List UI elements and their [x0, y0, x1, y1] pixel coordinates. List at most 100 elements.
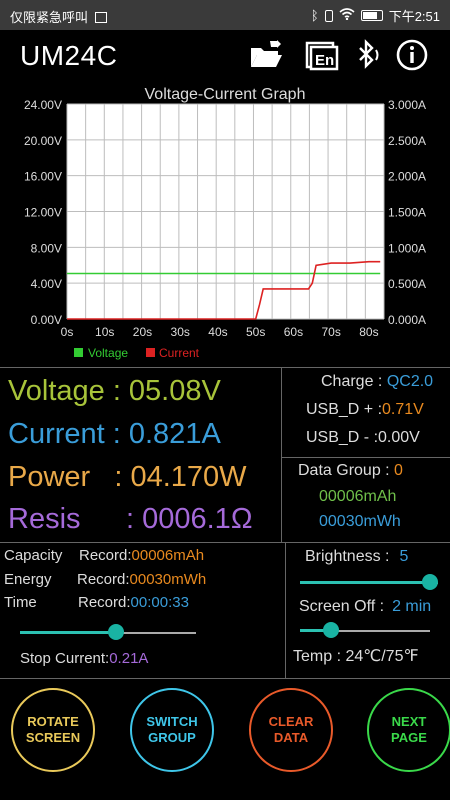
rotate-screen-label-1: ROTATE: [27, 714, 79, 729]
status-icons: ᛒ 下午2:51: [311, 6, 440, 25]
y-left-tick: 12.00V: [24, 206, 62, 220]
screen-off-label: Screen Off :: [299, 598, 385, 615]
emergency-calls-text: 仅限紧急呼叫: [10, 10, 89, 25]
app-bar: UM24C En: [0, 30, 450, 78]
y-right-tick: 0.000A: [388, 313, 426, 327]
clear-data-button[interactable]: CLEAR DATA: [249, 688, 333, 772]
x-tick: 80s: [359, 325, 378, 339]
info-icon[interactable]: [394, 38, 430, 72]
usb-dm-value: 0.00V: [378, 429, 420, 446]
x-tick: 0s: [61, 325, 74, 339]
x-tick: 20s: [133, 325, 152, 339]
legend-voltage-label: Voltage: [88, 346, 128, 360]
time-record-row: Record:00:00:33: [78, 594, 189, 611]
x-tick: 50s: [246, 325, 265, 339]
y-right-tick: 2.000A: [388, 170, 426, 184]
vibrate-icon: [324, 9, 333, 22]
status-bar: 仅限紧急呼叫 ᛒ 下午2:51: [0, 0, 450, 30]
stop-current-slider[interactable]: [20, 624, 196, 640]
temperature-reading: Temp : 24℃/75℉: [293, 648, 419, 665]
data-group-value: 0: [394, 462, 403, 479]
voltage-reading: Voltage : 05.08V: [8, 375, 221, 407]
usb-dp-row: USB_D + :0.71V: [306, 401, 424, 419]
energy-label: Energy: [4, 571, 52, 588]
time-record-value: 00:00:33: [130, 594, 189, 611]
legend-voltage-swatch: [74, 348, 83, 357]
usb-dp-label: USB_D + :: [306, 401, 383, 418]
app-title: UM24C: [20, 40, 118, 71]
rotate-screen-label-2: SCREEN: [25, 730, 81, 745]
carrier-text: 仅限紧急呼叫: [10, 7, 107, 26]
y-left-tick: 24.00V: [24, 98, 62, 112]
current-reading: Current : 0.821A: [8, 418, 221, 450]
charge-label: Charge :: [321, 373, 387, 390]
y-left-tick: 4.00V: [31, 277, 62, 291]
next-page-label-1: NEXT: [391, 714, 427, 729]
y-left-tick: 16.00V: [24, 170, 62, 184]
y-right-tick: 1.000A: [388, 241, 426, 255]
usb-dm-label: USB_D - :: [306, 429, 379, 446]
battery-icon: [360, 10, 383, 21]
y-left-tick: 8.00V: [31, 241, 62, 255]
screen-off-slider-thumb[interactable]: [322, 622, 339, 638]
brightness-slider[interactable]: [300, 574, 438, 590]
y-right-tick: 1.500A: [388, 206, 426, 220]
chart-svg: Voltage-Current Graph 0.00V 4.00V 8.00V 12.0…: [24, 86, 426, 360]
x-tick: 30s: [171, 325, 190, 339]
data-group-label: Data Group :: [298, 462, 395, 479]
usb-dp-value: 0.71V: [382, 401, 424, 418]
x-tick: 40s: [208, 325, 227, 339]
rotate-screen-button[interactable]: ROTATE SCREEN: [11, 688, 95, 772]
bluetooth-connect-icon[interactable]: [350, 38, 386, 72]
y-right-tick: 3.000A: [388, 98, 426, 112]
switch-group-label-1: SWITCH: [146, 714, 198, 729]
voltage-current-graph: Voltage-Current Graph 0.00V 4.00V 8.00V 12.0…: [0, 80, 450, 370]
screen-off-slider[interactable]: [300, 622, 430, 638]
switch-group-button[interactable]: SWITCH GROUP: [130, 688, 214, 772]
capacity-label: Capacity: [4, 547, 63, 564]
clear-data-label-2: DATA: [273, 730, 309, 745]
language-en-icon[interactable]: En: [303, 38, 339, 72]
power-reading: Power : 04.170W: [8, 461, 247, 493]
x-tick: 10s: [95, 325, 114, 339]
stop-current-value: 0.21A: [109, 650, 149, 667]
y-left-tick: 20.00V: [24, 134, 62, 148]
time-label: Time: [4, 594, 37, 611]
screen-off-value: 2 min: [392, 598, 432, 615]
svg-text:En: En: [315, 52, 334, 69]
x-tick: 70s: [321, 325, 340, 339]
next-page-label-2: PAGE: [391, 730, 427, 745]
legend-current-swatch: [146, 348, 155, 357]
time-record-label: Record:: [78, 594, 131, 611]
data-group-row[interactable]: Data Group : 0: [298, 462, 403, 480]
group-mah: 00006mAh: [319, 488, 397, 505]
next-page-button[interactable]: NEXT PAGE: [367, 688, 450, 772]
stop-current-row: Stop Current:0.21A: [20, 650, 148, 667]
group-mwh: 00030mWh: [319, 513, 401, 530]
x-tick: 60s: [284, 325, 303, 339]
stop-current-label: Stop Current:: [20, 650, 110, 667]
stop-current-slider-thumb[interactable]: [108, 624, 124, 640]
charge-row: Charge : QC2.0: [321, 373, 433, 391]
brightness-slider-thumb[interactable]: [422, 574, 438, 590]
legend-current-label: Current: [159, 346, 200, 360]
brightness-label: Brightness :: [305, 548, 390, 565]
capacity-record-value: 00006mAh: [131, 547, 205, 564]
energy-record-value: 00030mWh: [129, 571, 207, 588]
status-time: 下午2:51: [388, 9, 440, 24]
resis-reading: : 0006.1Ω: [126, 503, 253, 535]
wifi-icon: [339, 8, 355, 23]
image-icon: [94, 12, 107, 23]
open-folder-icon[interactable]: [248, 38, 284, 72]
screen-off-row: Screen Off : 2 min: [299, 598, 431, 616]
y-left-tick: 0.00V: [31, 313, 62, 327]
y-right-tick: 2.500A: [388, 134, 426, 148]
resis-label: Resis: [8, 503, 81, 535]
y-right-tick: 0.500A: [388, 277, 426, 291]
energy-record-label: Record:: [77, 571, 130, 588]
usb-dm-row: USB_D - :0.00V: [306, 429, 420, 447]
capacity-record-label: Record:: [79, 547, 132, 564]
capacity-record-row: Record:00006mAh: [79, 547, 204, 564]
chart-title: Voltage-Current Graph: [145, 86, 306, 103]
energy-record-row: Record:00030mWh: [77, 571, 206, 588]
